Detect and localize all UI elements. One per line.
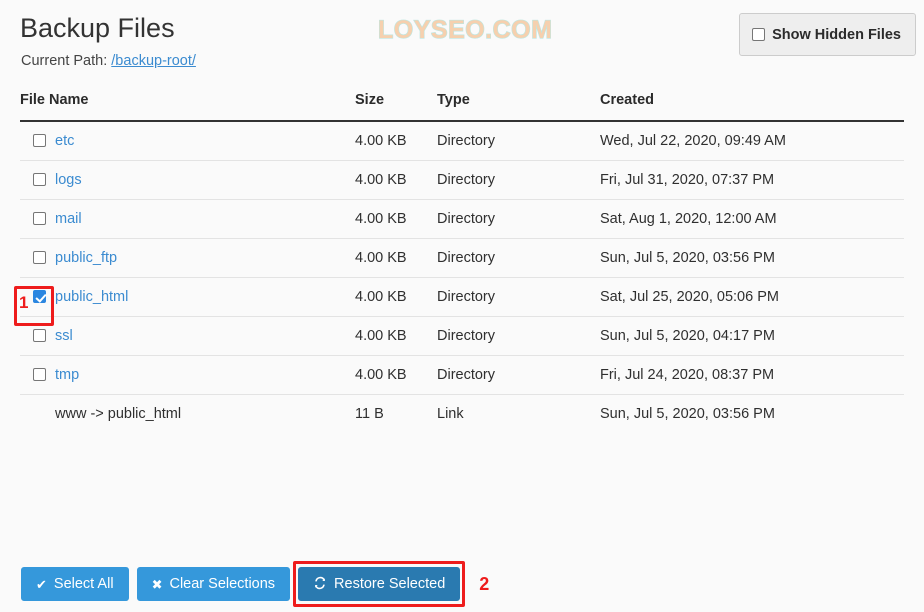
times-icon: ✖: [151, 576, 163, 592]
file-name-cell: etc: [20, 133, 355, 149]
table-row: public_ftp 4.00 KB Directory Sun, Jul 5, 20…: [20, 237, 904, 277]
page-title: Backup Files: [20, 13, 175, 43]
cell-file-name: ssl: [20, 315, 355, 355]
cell-created: Sun, Jul 5, 2020, 03:56 PM: [600, 237, 904, 277]
cell-created: Sat, Aug 1, 2020, 12:00 AM: [600, 198, 904, 238]
cell-size: 4.00 KB: [355, 237, 437, 277]
cell-size: 4.00 KB: [355, 315, 437, 355]
show-hidden-files-label: Show Hidden Files: [772, 26, 901, 43]
row-checkbox[interactable]: [33, 368, 46, 381]
column-header-type[interactable]: Type: [437, 92, 600, 122]
select-all-label: Select All: [53, 576, 114, 592]
row-checkbox[interactable]: [33, 251, 46, 264]
check-icon: ✔: [36, 576, 47, 592]
restore-selected-wrapper: Restore Selected: [293, 561, 466, 607]
cell-size: 4.00 KB: [355, 198, 437, 238]
clear-selections-button[interactable]: ✖ Clear Selections: [136, 567, 291, 601]
refresh-icon: [313, 576, 327, 592]
checkbox-placeholder: [33, 407, 46, 420]
file-name-cell: mail: [20, 211, 355, 227]
table-row: www -> public_html 11 B Link Sun, Jul 5, 20…: [20, 393, 904, 433]
file-name-link[interactable]: logs: [55, 172, 82, 188]
cell-file-name: public_html: [20, 276, 355, 316]
cell-created: Wed, Jul 22, 2020, 09:49 AM: [600, 132, 786, 149]
restore-selected-button[interactable]: Restore Selected: [298, 567, 461, 601]
file-name-text: www -> public_html: [55, 405, 182, 422]
row-checkbox[interactable]: [33, 212, 46, 225]
row-checkbox[interactable]: [33, 134, 46, 148]
current-path: Current Path: /backup-root/: [21, 51, 196, 71]
show-hidden-files-checkbox[interactable]: [752, 28, 766, 41]
file-name-cell: www -> public_html: [20, 406, 355, 422]
file-name-link[interactable]: public_ftp: [55, 250, 117, 266]
column-header-created[interactable]: Created: [600, 92, 904, 122]
annotation-marker-2: 2: [479, 574, 490, 594]
backup-files-page: Backup Files Current Path: /backup-root/…: [0, 0, 924, 612]
column-header-size[interactable]: Size: [355, 92, 437, 122]
cell-type: Directory: [437, 237, 600, 277]
cell-file-name: public_ftp: [20, 237, 355, 277]
cell-size: 4.00 KB: [355, 276, 437, 316]
cell-file-name: logs: [20, 159, 355, 199]
clear-selections-label: Clear Selections: [169, 576, 276, 592]
table-row: tmp 4.00 KB Directory Fri, Jul 24, 2020, 08…: [20, 354, 904, 394]
table-row: etc 4.00 KB Directory Wed, Jul 22, 2020, 09…: [20, 121, 904, 160]
cell-created: Fri, Jul 31, 2020, 07:37 PM: [600, 159, 904, 199]
cell-type: Directory: [437, 276, 600, 316]
table-row: logs 4.00 KB Directory Fri, Jul 31, 2020, 0…: [20, 159, 904, 199]
current-path-link[interactable]: /backup-root/: [111, 53, 196, 69]
file-name-cell: logs: [20, 172, 355, 188]
cell-file-name: tmp: [20, 354, 355, 394]
cell-type: Link: [437, 393, 600, 433]
file-table-body: etc 4.00 KB Directory Wed, Jul 22, 2020, 09…: [20, 121, 904, 433]
row-checkbox[interactable]: [33, 290, 46, 303]
cell-type: Directory: [437, 315, 600, 355]
select-all-button[interactable]: ✔ Select All: [21, 567, 129, 601]
row-checkbox[interactable]: [33, 329, 46, 342]
row-checkbox[interactable]: [33, 173, 46, 186]
cell-size: 4.00 KB: [355, 132, 407, 149]
file-name-cell: public_ftp: [20, 250, 355, 266]
cell-size: 4.00 KB: [355, 354, 437, 394]
file-table: File Name Size Type Created etc 4.00 KB Di…: [20, 92, 904, 433]
table-row: ssl 4.00 KB Directory Sun, Jul 5, 2020, 04:…: [20, 315, 904, 355]
file-name-link[interactable]: tmp: [55, 367, 79, 383]
file-table-head: File Name Size Type Created: [20, 92, 904, 122]
action-bar: ✔ Select All ✖ Clear Selections Restore …: [21, 561, 490, 607]
file-name-cell: public_html: [20, 289, 355, 305]
cell-type: Directory: [437, 354, 600, 394]
table-row: mail 4.00 KB Directory Sat, Aug 1, 2020, 12…: [20, 198, 904, 238]
file-table-container: File Name Size Type Created etc 4.00 KB Di…: [20, 92, 904, 433]
file-name-cell: tmp: [20, 367, 355, 383]
cell-size: 11 B: [355, 393, 437, 433]
file-name-link[interactable]: etc: [55, 133, 74, 149]
file-name-link[interactable]: public_html: [55, 289, 128, 305]
cell-size: 4.00 KB: [355, 159, 437, 199]
cell-file-name: www -> public_html: [20, 393, 355, 433]
watermark: LOYSEO.COM: [377, 15, 553, 44]
column-header-file-name[interactable]: File Name: [20, 92, 355, 122]
table-row: public_html 4.00 KB Directory Sat, Jul 25, …: [20, 276, 904, 316]
cell-type: Directory: [437, 159, 600, 199]
cell-file-name: etc: [20, 121, 355, 160]
file-name-link[interactable]: mail: [55, 211, 82, 227]
cell-created: Sun, Jul 5, 2020, 04:17 PM: [600, 315, 904, 355]
cell-type: Directory: [437, 198, 600, 238]
current-path-label: Current Path:: [21, 53, 108, 69]
cell-created: Sat, Jul 25, 2020, 05:06 PM: [600, 276, 904, 316]
file-name-link[interactable]: ssl: [55, 328, 73, 344]
restore-selected-label: Restore Selected: [334, 576, 446, 592]
cell-created: Sun, Jul 5, 2020, 03:56 PM: [600, 393, 904, 433]
cell-type: Directory: [437, 132, 496, 149]
show-hidden-files-button[interactable]: Show Hidden Files: [739, 13, 916, 56]
cell-created: Fri, Jul 24, 2020, 08:37 PM: [600, 354, 904, 394]
file-table-header-row: File Name Size Type Created: [20, 92, 904, 122]
cell-file-name: mail: [20, 198, 355, 238]
file-name-cell: ssl: [20, 328, 355, 344]
